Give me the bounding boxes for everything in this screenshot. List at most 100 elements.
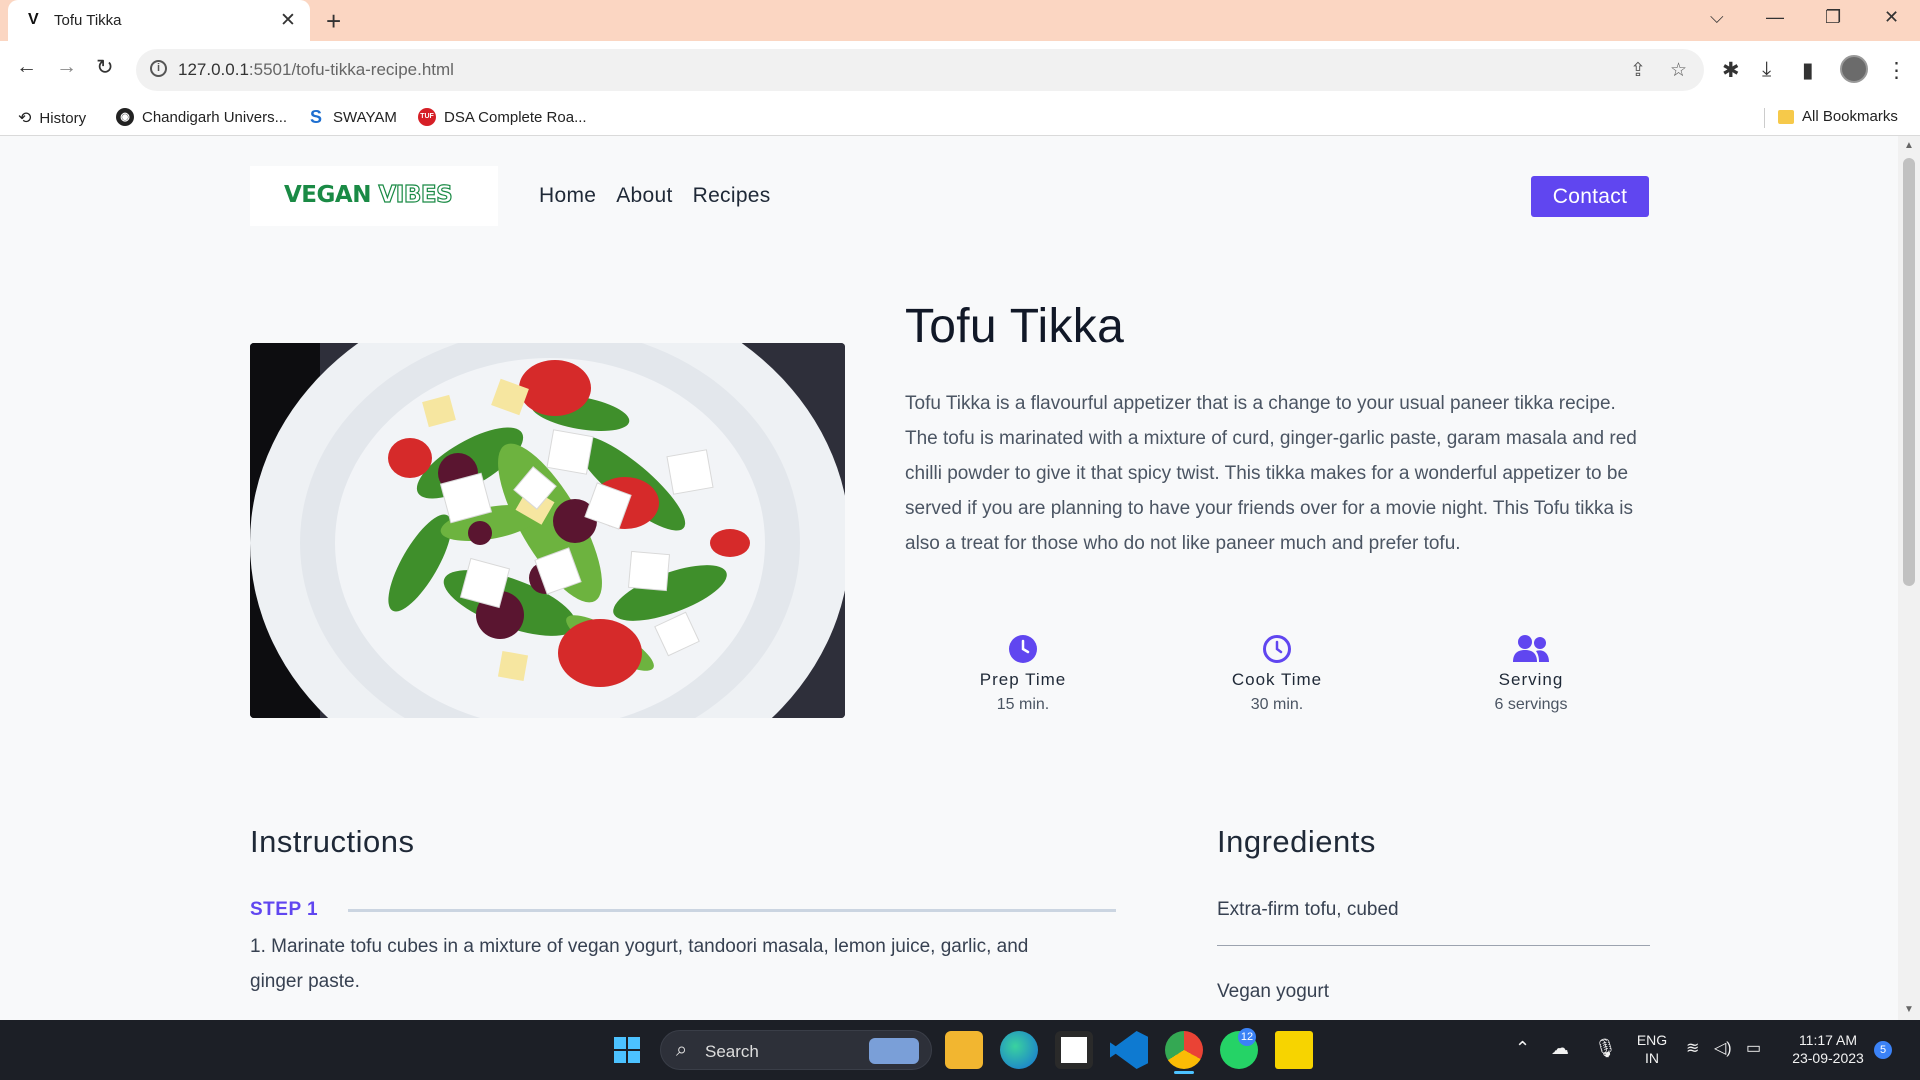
step-label: STEP 1	[250, 899, 319, 920]
bookmarks-bar: ⟲ History ◉ Chandigarh Univers... S SWAY…	[0, 99, 1920, 136]
side-panel-icon[interactable]: ▮	[1802, 58, 1814, 83]
folder-icon	[1778, 109, 1794, 124]
profile-avatar[interactable]	[1840, 55, 1868, 83]
bookmark-star-icon[interactable]: ☆	[1670, 59, 1687, 82]
clock-date-text: 23-09-2023	[1792, 1050, 1864, 1066]
ingredient-item: Extra-firm tofu, cubed	[1217, 899, 1399, 920]
vscode-icon[interactable]	[1110, 1031, 1148, 1069]
all-bookmarks[interactable]: All Bookmarks	[1778, 108, 1898, 125]
tab-search-chevron-icon[interactable]: ⌵	[1710, 7, 1724, 28]
bookmark-label: SWAYAM	[333, 108, 397, 126]
scroll-down-icon[interactable]: ▼	[1904, 1004, 1914, 1015]
chrome-icon[interactable]	[1165, 1031, 1203, 1069]
page-viewport: VEGAN VIBES Home About Recipes Contact T…	[0, 136, 1898, 1020]
back-button[interactable]: ←	[16, 55, 37, 79]
scroll-up-icon[interactable]: ▲	[1904, 140, 1914, 151]
language-indicator[interactable]: ENG IN	[1632, 1031, 1672, 1067]
instructions-heading: Instructions	[250, 824, 415, 859]
chrome-active-indicator	[1174, 1071, 1194, 1074]
bookmark-dsa[interactable]: TUF DSA Complete Roa...	[418, 108, 587, 126]
battery-icon[interactable]: ▭	[1746, 1038, 1761, 1058]
bookmark-chandigarh[interactable]: ◉ Chandigarh Univers...	[116, 108, 287, 126]
os-taskbar: ⌕ Search 12 ⌃ ☁ 🎙 ENG IN ≋ ◁) ▭ 11:17 AM…	[0, 1020, 1920, 1080]
tray-chevron-icon[interactable]: ⌃	[1515, 1038, 1530, 1059]
tab-favicon-icon: V	[28, 11, 39, 28]
users-icon	[1513, 635, 1549, 662]
volume-icon[interactable]: ◁)	[1714, 1038, 1732, 1058]
page-scrollbar[interactable]: ▲ ▼	[1898, 136, 1920, 1020]
tuf-icon: TUF	[418, 108, 436, 126]
edge-icon[interactable]	[1000, 1031, 1038, 1069]
main-nav: Home About Recipes	[539, 184, 771, 208]
restore-button[interactable]: ❐	[1825, 7, 1841, 28]
browser-tab-strip: V Tofu Tikka ✕ + ⌵ — ❐ ✕	[0, 0, 1920, 41]
logo-part2: VIBES	[378, 181, 453, 208]
bookmark-label: Chandigarh Univers...	[142, 108, 288, 126]
ingredient-divider	[1217, 945, 1650, 946]
bookmark-history[interactable]: ⟲ History	[18, 108, 86, 128]
logo-text: VEGAN VIBES	[284, 181, 453, 208]
bookmark-swayam[interactable]: S SWAYAM	[307, 108, 397, 126]
logo-part1: VEGAN	[284, 182, 371, 208]
bookmarks-divider	[1764, 108, 1765, 128]
bookmark-label: DSA Complete Roa...	[444, 108, 587, 126]
search-highlight-icon	[869, 1038, 919, 1064]
wifi-icon[interactable]: ≋	[1686, 1038, 1699, 1058]
notification-badge[interactable]: 5	[1874, 1041, 1892, 1059]
meta-label: Serving	[1498, 670, 1564, 689]
recipe-image	[250, 343, 845, 718]
contact-button[interactable]: Contact	[1531, 176, 1649, 217]
clock-outline-icon	[1263, 635, 1291, 663]
reload-button[interactable]: ↻	[96, 55, 114, 80]
forward-button[interactable]: →	[56, 55, 77, 79]
windows-start-icon[interactable]	[608, 1031, 646, 1069]
history-icon: ⟲	[18, 110, 32, 127]
clock-time: 11:17 AM	[1798, 1032, 1858, 1048]
store-icon[interactable]	[1055, 1031, 1093, 1069]
browser-tab[interactable]: V Tofu Tikka ✕	[8, 0, 310, 41]
minimize-button[interactable]: —	[1766, 7, 1784, 28]
sticky-notes-icon[interactable]	[1275, 1031, 1313, 1069]
step-divider	[348, 909, 1116, 912]
file-explorer-icon[interactable]	[945, 1031, 983, 1069]
taskbar-search[interactable]: ⌕ Search	[660, 1030, 932, 1070]
new-tab-button[interactable]: +	[326, 6, 341, 37]
meta-label: Prep Time	[979, 670, 1067, 689]
url-host: 127.0.0.1	[178, 60, 249, 79]
onedrive-icon[interactable]: ☁	[1551, 1038, 1569, 1059]
tab-close-icon[interactable]: ✕	[280, 9, 296, 32]
meta-value: 15 min.	[996, 696, 1050, 713]
ingredient-item: Vegan yogurt	[1217, 981, 1329, 1002]
meta-label: Cook Time	[1231, 670, 1323, 689]
nav-home[interactable]: Home	[539, 184, 596, 208]
share-icon[interactable]: ⇪	[1630, 59, 1646, 82]
download-icon[interactable]: ⤓	[1762, 58, 1771, 82]
nav-about[interactable]: About	[616, 184, 672, 208]
nav-recipes[interactable]: Recipes	[693, 184, 771, 208]
cook-time: Cook Time 30 min.	[1197, 634, 1357, 714]
close-window-button[interactable]: ✕	[1884, 7, 1899, 28]
site-logo[interactable]: VEGAN VIBES	[250, 166, 498, 226]
scroll-thumb[interactable]	[1903, 158, 1915, 586]
meta-value: 30 min.	[1250, 696, 1304, 713]
menu-kebab-icon[interactable]: ⋮	[1886, 58, 1907, 83]
url-text[interactable]: 127.0.0.1:5501/tofu-tikka-recipe.html	[178, 60, 454, 80]
extensions-icon[interactable]: ✱	[1722, 58, 1740, 83]
ingredients-heading: Ingredients	[1217, 824, 1376, 859]
step-text: 1. Marinate tofu cubes in a mixture of v…	[250, 936, 1029, 992]
address-bar[interactable]: i 127.0.0.1:5501/tofu-tikka-recipe.html …	[136, 49, 1704, 91]
browser-toolbar: ← → ↻ i 127.0.0.1:5501/tofu-tikka-recipe…	[0, 41, 1920, 99]
microphone-icon[interactable]: 🎙	[1594, 1038, 1617, 1059]
clock-date[interactable]: 11:17 AM 23-09-2023	[1782, 1031, 1874, 1067]
recipe-description: Tofu Tikka is a flavourful appetizer tha…	[905, 393, 1637, 554]
all-bookmarks-label: All Bookmarks	[1802, 108, 1898, 125]
url-path: :5501/tofu-tikka-recipe.html	[248, 60, 454, 79]
bookmark-label: History	[39, 109, 87, 127]
site-info-icon[interactable]: i	[150, 60, 167, 77]
meta-value: 6 servings	[1494, 696, 1568, 713]
recipe-title: Tofu Tikka	[905, 300, 1125, 353]
lang-line1: ENG	[1636, 1032, 1668, 1048]
prep-time: Prep Time 15 min.	[943, 634, 1103, 714]
clock-icon	[1009, 635, 1037, 663]
search-label: Search	[705, 1042, 759, 1061]
